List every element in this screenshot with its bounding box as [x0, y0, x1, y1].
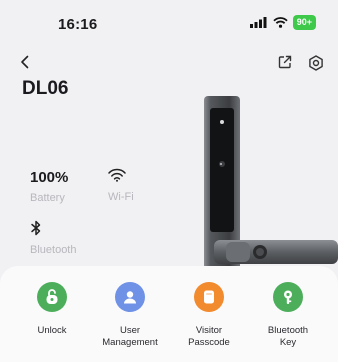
key-icon	[284, 290, 292, 304]
status-icons: 90+	[249, 15, 316, 30]
passcode-icon	[204, 290, 214, 304]
cellular-signal-icon	[249, 17, 267, 28]
bluetooth-icon	[31, 220, 41, 236]
visitor-passcode-label: Visitor Passcode	[188, 325, 230, 348]
device-name: DL06	[22, 78, 69, 99]
chevron-left-icon	[21, 55, 29, 69]
battery-status-badge: 90+	[292, 15, 316, 30]
user-management-button[interactable]	[115, 282, 145, 312]
status-bar: 16:16 90+	[0, 0, 338, 44]
bluetooth-key-action[interactable]: Bluetooth Key	[248, 282, 328, 349]
wifi-status-icon	[273, 17, 288, 28]
unlock-label: Unlock	[37, 325, 67, 336]
wifi-icon	[108, 168, 126, 182]
bluetooth-stat: Bluetooth	[30, 220, 76, 256]
unlock-icon	[46, 289, 58, 304]
bluetooth-key-button[interactable]	[273, 282, 303, 312]
user-management-action[interactable]: User Management	[90, 282, 170, 349]
battery-value: 100%	[30, 169, 69, 186]
share-out-icon	[278, 55, 292, 69]
visitor-passcode-button[interactable]	[194, 282, 224, 312]
action-panel: Unlock User Management Visitor Passcode	[0, 266, 338, 362]
bluetooth-key-label: Bluetooth Key	[267, 325, 309, 348]
visitor-passcode-action[interactable]: Visitor Passcode	[169, 282, 249, 349]
gear-icon	[309, 55, 323, 71]
unlock-button[interactable]	[37, 282, 67, 312]
user-icon	[124, 291, 136, 304]
battery-label: Battery	[30, 192, 65, 204]
back-button[interactable]	[20, 55, 30, 74]
user-management-label: User Management	[102, 325, 158, 348]
settings-button[interactable]	[308, 55, 324, 76]
wifi-label: Wi-Fi	[108, 191, 134, 203]
battery-stat: 100% Battery	[30, 169, 68, 204]
wifi-stat: Wi-Fi	[108, 168, 134, 203]
unlock-action[interactable]: Unlock	[12, 282, 92, 337]
status-time: 16:16	[58, 16, 98, 33]
share-button[interactable]	[278, 55, 292, 74]
bluetooth-label: Bluetooth	[30, 244, 77, 256]
smart-lock-image	[204, 96, 338, 272]
